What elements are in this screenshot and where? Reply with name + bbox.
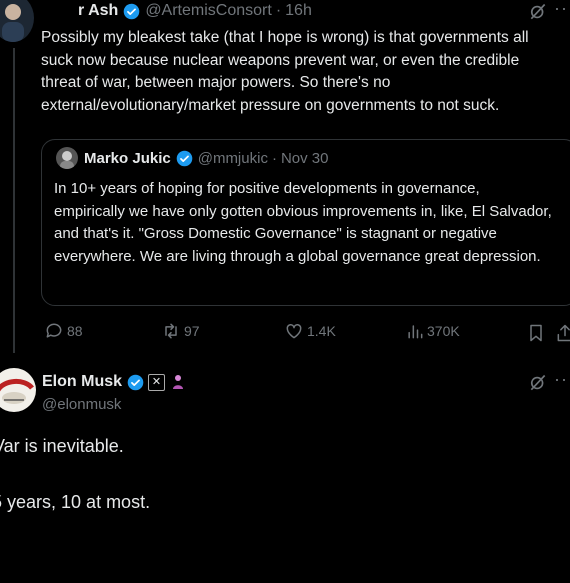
emoji-person-icon — [173, 375, 184, 389]
bookmark-button[interactable] — [526, 323, 546, 348]
quote-time: Nov 30 — [280, 150, 329, 167]
reply-icon — [46, 323, 62, 338]
x-affiliate-icon: ✕ — [148, 373, 166, 391]
author-name[interactable]: Elon Musk — [42, 373, 122, 391]
heart-icon — [286, 323, 302, 339]
tweet-text: Possibly my bleakest take (that I hope i… — [41, 29, 529, 114]
quote-author-name: Marko Jukic — [84, 150, 171, 167]
grok-icon[interactable] — [528, 373, 548, 398]
like-count: 1.4K — [307, 323, 336, 339]
author-name[interactable]: r Ash — [78, 2, 118, 20]
tweet2-header: Elon Musk ✕ — [42, 373, 186, 391]
like-button[interactable]: 1.4K — [284, 321, 336, 341]
verified-badge-icon — [127, 374, 144, 390]
more-options-icon[interactable]: ··· — [554, 0, 570, 19]
reply-count: 88 — [67, 323, 83, 339]
reply-button[interactable]: 88 — [44, 321, 83, 341]
quote-text: In 10+ years of hoping for positive deve… — [54, 180, 552, 265]
retweet-icon — [165, 323, 177, 339]
tweet1-header: r Ash @ArtemisConsort · 16h — [78, 2, 312, 20]
avatar[interactable] — [0, 368, 36, 412]
views-icon — [408, 325, 423, 339]
tweet-time[interactable]: 16h — [285, 2, 312, 20]
author-handle[interactable]: @elonmusk — [42, 396, 121, 413]
verified-badge-icon — [176, 150, 193, 167]
bookmark-icon — [530, 324, 542, 342]
verified-badge-icon — [124, 3, 140, 19]
views-button[interactable]: 370K — [405, 321, 460, 341]
author-handle[interactable]: @ArtemisConsort — [145, 2, 272, 20]
grok-icon[interactable] — [528, 2, 548, 27]
tweet-text-line-2: 5 years, 10 at most. — [0, 492, 151, 512]
share-icon — [557, 324, 570, 342]
views-count: 370K — [427, 323, 460, 339]
thread-line — [13, 48, 15, 353]
retweet-count: 97 — [184, 323, 200, 339]
share-button[interactable] — [555, 323, 570, 348]
avatar[interactable] — [0, 0, 34, 42]
quote-avatar — [56, 147, 78, 169]
quote-header: Marko Jukic @mmjukic · Nov 30 — [84, 150, 329, 167]
retweet-button[interactable]: 97 — [161, 321, 200, 341]
more-options-icon[interactable]: ··· — [554, 369, 570, 390]
tweet-text-line-1: Var is inevitable. — [0, 436, 124, 456]
quote-handle: @mmjukic — [197, 150, 268, 167]
